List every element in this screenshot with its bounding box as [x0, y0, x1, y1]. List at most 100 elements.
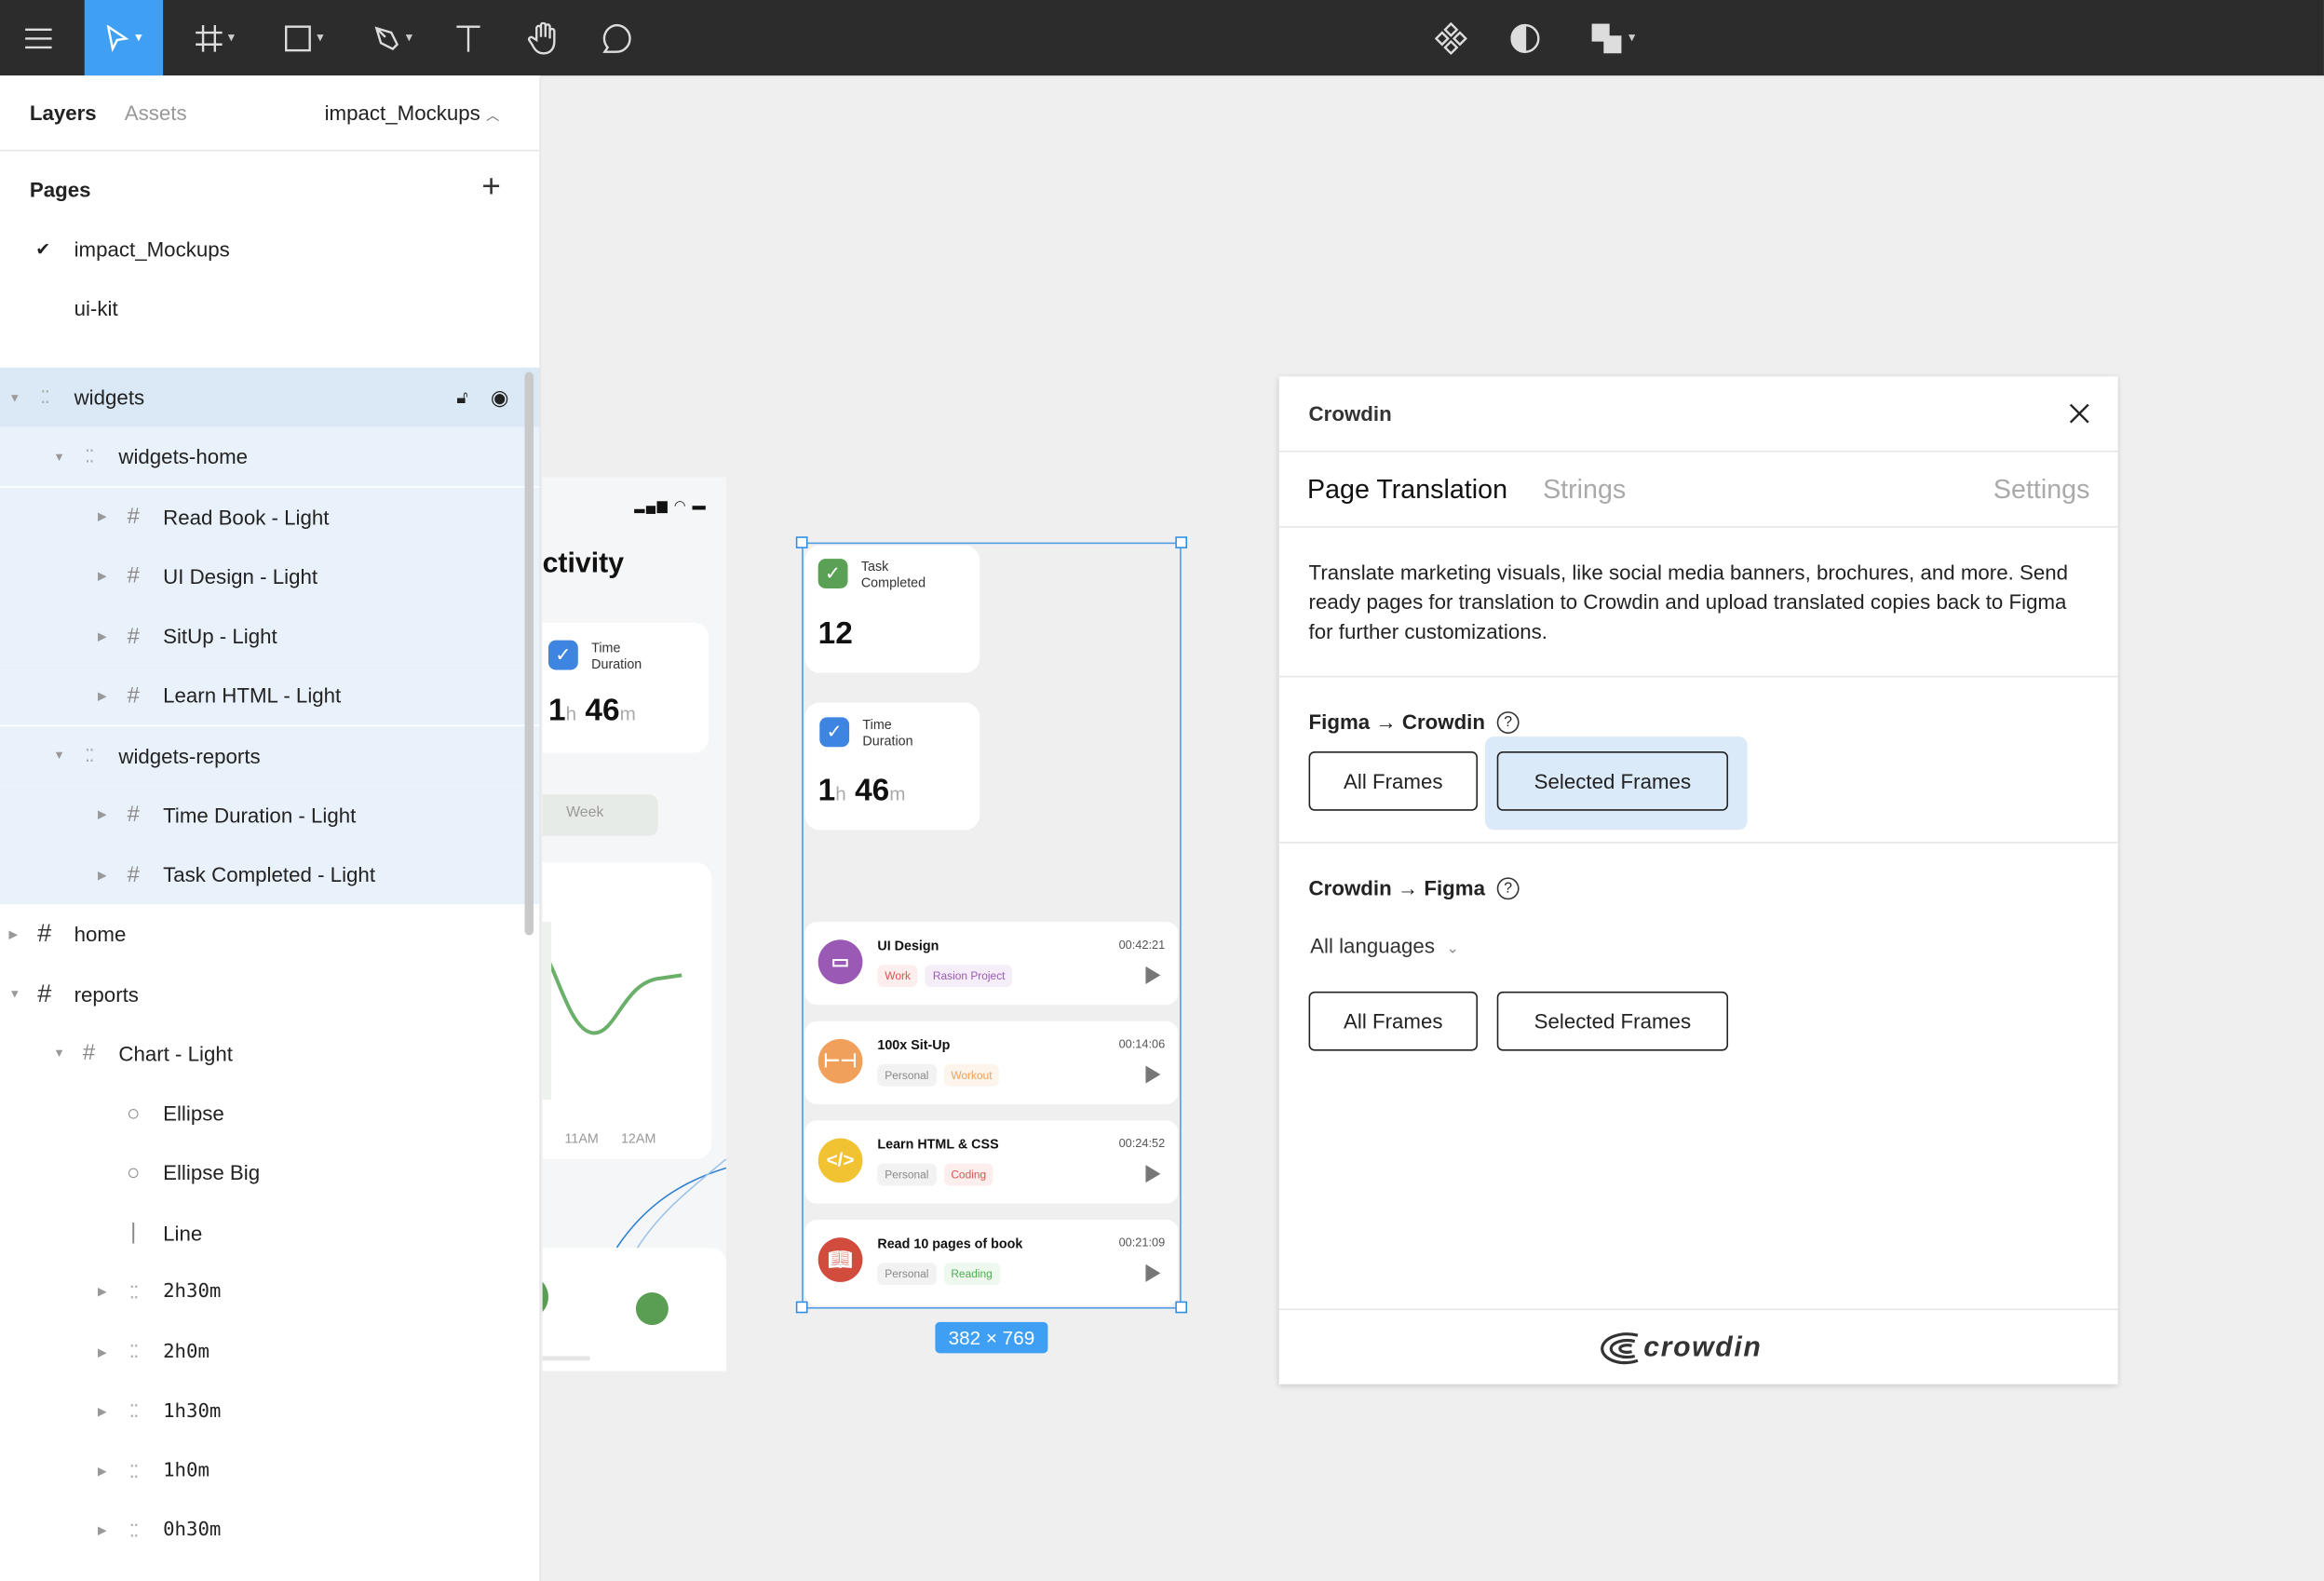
main-menu-button[interactable] — [0, 0, 75, 75]
tab-settings[interactable]: Settings — [1993, 474, 2090, 505]
frame-tool-button[interactable]: ▾ — [178, 0, 252, 75]
resize-handle[interactable] — [1175, 1301, 1188, 1314]
caret-right-icon[interactable]: ▶ — [98, 1345, 107, 1358]
caret-right-icon[interactable]: ▶ — [98, 1285, 107, 1298]
layer-label: Task Completed - Light — [163, 862, 376, 886]
layer-row[interactable]: ▶ # home — [0, 904, 539, 964]
layer-row[interactable]: ▶ # UI Design - Light — [0, 546, 540, 606]
tab-strings[interactable]: Strings — [1543, 474, 1626, 505]
layer-label: 0h30m — [163, 1519, 222, 1542]
play-icon[interactable] — [1145, 966, 1161, 984]
play-icon[interactable] — [1145, 1263, 1161, 1282]
caret-right-icon[interactable]: ▶ — [98, 808, 107, 821]
pen-tool-button[interactable]: ▾ — [356, 0, 430, 75]
task-card[interactable]: 📖︎ Read 10 pages of book 00:21:09 Personal R… — [804, 1220, 1179, 1306]
caret-right-icon[interactable]: ▶ — [98, 868, 107, 881]
layer-row[interactable]: ▶ # Task Completed - Light — [0, 845, 540, 904]
layer-row[interactable]: ▶ # Read Book - Light — [0, 486, 540, 547]
page-item[interactable]: ✔ impact_Mockups — [0, 220, 539, 279]
shape-tool-button[interactable]: ▾ — [267, 0, 342, 75]
component-button[interactable] — [1425, 0, 1476, 75]
page-item[interactable]: ui-kit — [0, 278, 539, 338]
layer-row[interactable]: ▼ # Chart - Light — [0, 1024, 539, 1084]
pie-card — [542, 1248, 726, 1372]
task-tag: Personal — [877, 1263, 937, 1286]
lock-icon[interactable]: 🔓︎ — [456, 386, 467, 409]
mask-button[interactable] — [1500, 0, 1550, 75]
layer-row[interactable]: | Line — [0, 1203, 539, 1263]
layer-row[interactable]: ▶ ⁚⁚ 0h30m — [0, 1501, 539, 1561]
comment-tool-button[interactable] — [593, 0, 641, 75]
task-card[interactable]: ⊢⊣ 100x Sit-Up 00:14:06 Personal Workout — [804, 1020, 1179, 1104]
resize-handle[interactable] — [795, 536, 808, 548]
download-all-frames-button[interactable]: All Frames — [1308, 991, 1479, 1051]
caret-right-icon[interactable]: ▶ — [98, 1465, 107, 1478]
layer-label: reports — [74, 981, 139, 1007]
layer-row[interactable]: ○ Ellipse Big — [0, 1143, 539, 1203]
task-title: Read 10 pages of book — [877, 1236, 1023, 1251]
hamburger-icon — [24, 27, 51, 48]
hand-tool-button[interactable] — [519, 0, 566, 75]
caret-down-icon[interactable]: ▼ — [53, 749, 65, 762]
caret-right-icon[interactable]: ▶ — [98, 510, 107, 523]
label: Time — [862, 717, 892, 733]
task-completed-card[interactable]: ✓ Task Completed 12 — [804, 545, 980, 673]
caret-right-icon[interactable]: ▶ — [98, 1524, 107, 1537]
help-icon[interactable]: ? — [1496, 877, 1520, 900]
layer-row[interactable]: ▶ ⁚⁚ 1h30m — [0, 1382, 539, 1441]
resize-handle[interactable] — [795, 1301, 808, 1314]
layer-row[interactable]: ▶ # Time Duration - Light — [0, 785, 540, 845]
tab-page-translation[interactable]: Page Translation — [1307, 474, 1507, 505]
tab-layers[interactable]: Layers — [30, 101, 97, 124]
layer-row[interactable]: ▼ ⁚⁚ widgets-home — [0, 426, 540, 487]
background-mockup[interactable]: ▂▄▆ ◠ ▬ ctivity ✓ Time Duration 1h 46m We… — [542, 477, 726, 1372]
text-tool-button[interactable] — [445, 0, 493, 75]
layer-row[interactable]: ▼ # reports — [0, 964, 539, 1023]
caret-right-icon[interactable]: ▶ — [98, 629, 107, 642]
layer-row[interactable]: ○ Ellipse — [0, 1084, 539, 1143]
time-duration-card[interactable]: ✓ Time Duration 1h 46m — [804, 702, 980, 831]
caret-down-icon[interactable]: ▼ — [9, 390, 21, 403]
caret-down-icon[interactable]: ▼ — [53, 451, 65, 464]
layer-row[interactable]: ▶ # Learn HTML - Light — [0, 666, 540, 725]
caret-down-icon[interactable]: ▼ — [53, 1047, 65, 1060]
layer-row[interactable]: ▶ ⁚⁚ 2h30m — [0, 1263, 539, 1322]
caret-right-icon[interactable]: ▶ — [98, 570, 107, 583]
add-page-button[interactable]: + — [481, 168, 500, 206]
task-title: 100x Sit-Up — [877, 1037, 951, 1053]
layer-row[interactable]: ▼ ⁚⁚ widgets-reports — [0, 725, 540, 785]
tab-assets[interactable]: Assets — [125, 101, 187, 124]
play-icon[interactable] — [1145, 1165, 1161, 1183]
boolean-button[interactable]: ▾ — [1574, 0, 1651, 75]
layer-row[interactable]: ▶ ⁚⁚ 1h0m — [0, 1441, 539, 1501]
layer-row[interactable]: ▼ ⁚⁚ widgets 🔓︎ ◉ — [0, 367, 540, 427]
close-icon[interactable] — [2069, 403, 2089, 424]
task-card[interactable]: ▭ UI Design 00:42:21 Work Rasion Project — [804, 922, 1179, 1006]
file-page-switcher[interactable]: impact_Mockups ︿ — [325, 101, 500, 124]
mockup-title: ctivity — [542, 547, 625, 580]
description-text: Translate marketing visuals, like social… — [1308, 560, 2069, 643]
move-tool-button[interactable]: ▾ — [84, 0, 164, 76]
label: Duration — [591, 656, 642, 672]
caret-right-icon[interactable]: ▶ — [98, 689, 107, 702]
layer-row[interactable]: ▶ ⁚⁚ 2h0m — [0, 1322, 539, 1382]
help-icon[interactable]: ? — [1496, 711, 1520, 734]
frame-icon: # — [37, 979, 52, 1007]
upload-selected-frames-button[interactable]: Selected Frames — [1496, 751, 1729, 811]
caret-right-icon[interactable]: ▶ — [9, 927, 19, 940]
check-icon: ✓ — [817, 559, 848, 588]
chevron-down-icon: ⌄ — [1446, 940, 1459, 958]
scrollbar[interactable] — [524, 372, 534, 936]
frame-icon: # — [37, 919, 52, 948]
download-selected-frames-button[interactable]: Selected Frames — [1496, 991, 1729, 1051]
language-select[interactable]: All languages ⌄ — [1310, 934, 1459, 957]
caret-right-icon[interactable]: ▶ — [98, 1405, 107, 1418]
caret-down-icon[interactable]: ▼ — [9, 987, 21, 1000]
task-card[interactable]: </> Learn HTML & CSS 00:24:52 Personal Codin… — [804, 1120, 1179, 1204]
upload-all-frames-button[interactable]: All Frames — [1308, 751, 1479, 811]
play-icon[interactable] — [1145, 1065, 1161, 1084]
layer-row[interactable]: ▶ # SitUp - Light — [0, 606, 540, 666]
task-tag: Workout — [943, 1063, 1000, 1087]
resize-handle[interactable] — [1175, 536, 1188, 548]
eye-icon[interactable]: ◉ — [491, 385, 508, 410]
